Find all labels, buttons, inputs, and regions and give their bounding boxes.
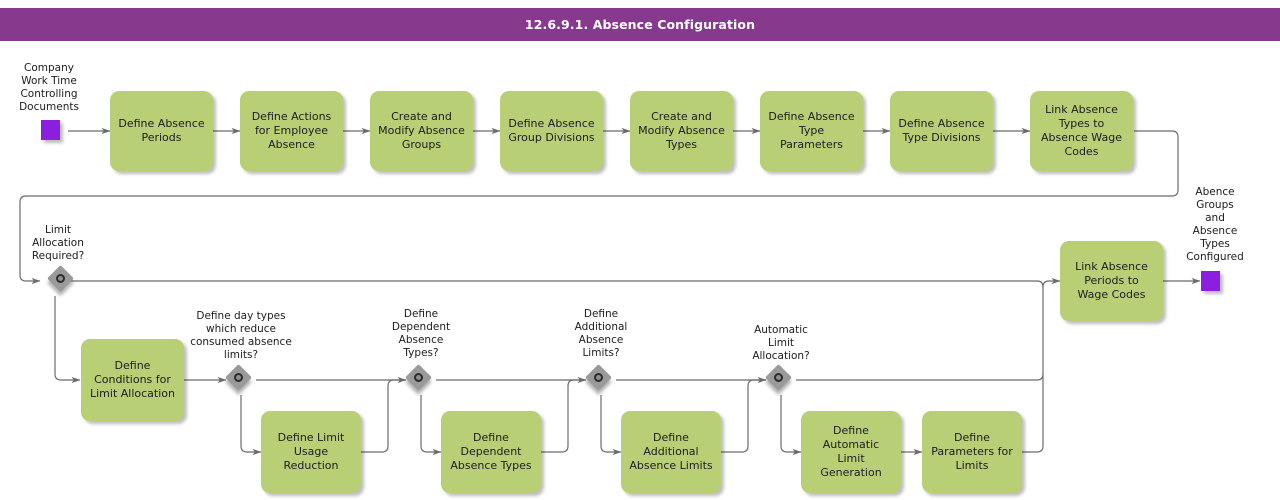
gateway-label-automatic-limit-allocation: Automatic Limit Allocation? [752,324,810,362]
node-define-automatic-limit-generation[interactable]: Define Automatic Limit Generation [801,411,901,493]
start-event-label: Company Work Time Controlling Documents [19,62,79,113]
node-label: Define Actions for Employee Absence [251,110,332,151]
gateway-automatic-limit-allocation[interactable] [765,364,796,395]
node-label: Define Absence Periods [118,117,205,144]
node-define-absence-periods[interactable]: Define Absence Periods [110,91,213,171]
gateway-ring-icon [414,373,423,382]
node-label: Link Absence Types to Absence Wage Codes [1041,103,1122,158]
gateway-ring-icon [56,274,65,283]
gateway-ring-icon [594,373,603,382]
gateway-label-define-dependent-absence-types: Define Dependent Absence Types? [391,308,451,359]
node-create-and-modify-absence-groups[interactable]: Create and Modify Absence Groups [370,91,473,171]
node-define-absence-type-divisions[interactable]: Define Absence Type Divisions [890,91,993,171]
page-title-bar: 12.6.9.1. Absence Configuration [0,8,1280,41]
node-define-conditions-for-limit-allocation[interactable]: Define Conditions for Limit Allocation [81,339,184,421]
node-label: Define Dependent Absence Types [450,431,532,472]
node-label: Define Automatic Limit Generation [820,424,882,479]
gateway-ring-icon [234,373,243,382]
node-define-absence-group-divisions[interactable]: Define Absence Group Divisions [500,91,603,171]
start-marker [41,120,60,140]
end-marker [1201,271,1220,291]
node-label: Link Absence Periods to Wage Codes [1075,260,1148,301]
node-create-and-modify-absence-types[interactable]: Create and Modify Absence Types [630,91,733,171]
gateway-label-define-day-types-reduce: Define day types which reduce consumed a… [190,310,292,361]
gateway-limit-allocation-required[interactable] [47,265,78,296]
node-define-parameters-for-limits[interactable]: Define Parameters for Limits [922,411,1022,493]
node-label: Define Conditions for Limit Allocation [90,359,175,400]
node-link-absence-types-to-absence-wage-codes[interactable]: Link Absence Types to Absence Wage Codes [1030,91,1133,171]
node-link-absence-periods-to-wage-codes[interactable]: Link Absence Periods to Wage Codes [1060,241,1163,321]
page-title: 12.6.9.1. Absence Configuration [524,17,756,32]
node-label: Define Absence Group Divisions [508,117,595,144]
flowchart-canvas: 12.6.9.1. Absence Configuration Company … [0,0,1280,500]
end-event-label: Abence Groups and Absence Types Configur… [1186,186,1244,263]
node-label: Define Absence Type Parameters [768,110,855,151]
gateway-define-additional-absence-limits[interactable] [585,364,616,395]
node-define-additional-absence-limits[interactable]: Define Additional Absence Limits [621,411,721,493]
gateway-define-dependent-absence-types[interactable] [405,364,436,395]
node-define-actions-for-employee-absence[interactable]: Define Actions for Employee Absence [240,91,343,171]
node-label: Create and Modify Absence Groups [378,110,465,151]
node-label: Define Limit Usage Reduction [277,431,345,472]
node-label: Define Absence Type Divisions [898,117,985,144]
node-define-limit-usage-reduction[interactable]: Define Limit Usage Reduction [261,411,361,493]
node-define-absence-type-parameters[interactable]: Define Absence Type Parameters [760,91,863,171]
node-define-dependent-absence-types[interactable]: Define Dependent Absence Types [441,411,541,493]
gateway-label-define-additional-absence-limits: Define Additional Absence Limits? [574,308,628,359]
node-label: Define Additional Absence Limits [629,431,713,472]
node-label: Create and Modify Absence Types [638,110,725,151]
gateway-ring-icon [774,373,783,382]
gateway-label-limit-allocation-required: Limit Allocation Required? [31,224,85,262]
node-label: Define Parameters for Limits [931,431,1013,472]
gateway-define-day-types-reduce[interactable] [225,364,256,395]
